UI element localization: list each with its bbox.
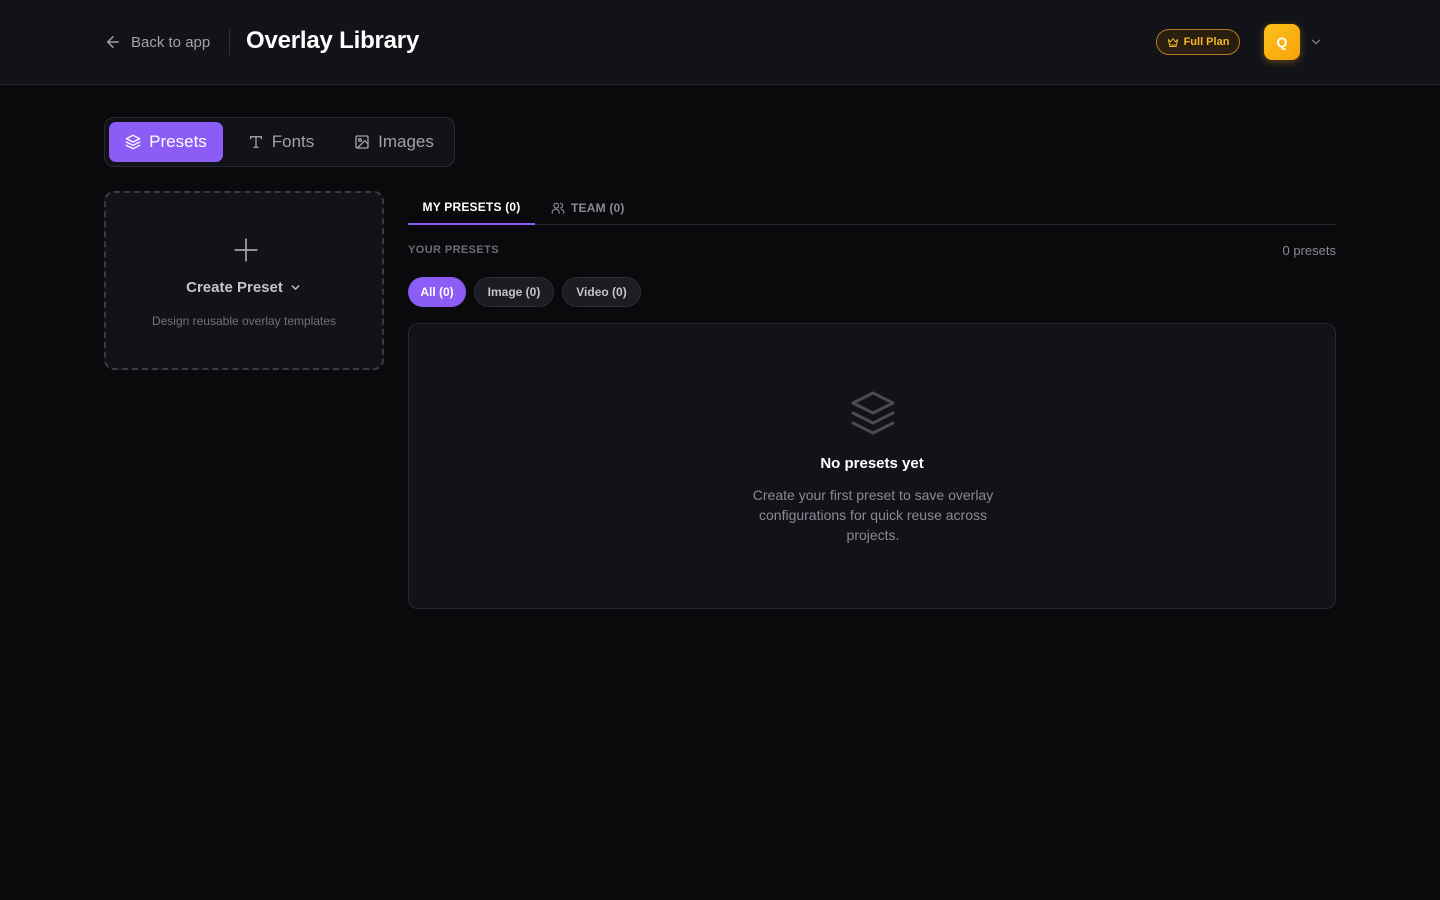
plus-icon <box>234 238 258 262</box>
empty-state-title: No presets yet <box>820 455 924 472</box>
plan-badge[interactable]: Full Plan <box>1156 29 1240 55</box>
filter-all[interactable]: All (0) <box>408 277 466 307</box>
create-preset-card[interactable]: Create Preset Design reusable overlay te… <box>104 191 384 370</box>
filter-video[interactable]: Video (0) <box>562 277 641 307</box>
type-icon <box>249 136 262 148</box>
section-label: YOUR PRESETS <box>408 244 499 256</box>
create-preset-hint: Design reusable overlay templates <box>151 314 337 328</box>
segment-images[interactable]: Images <box>339 122 449 162</box>
filter-image[interactable]: Image (0) <box>474 277 554 307</box>
back-to-app-link[interactable]: Back to app <box>104 31 210 53</box>
layers-icon <box>851 391 895 435</box>
arrow-left-icon <box>107 36 119 48</box>
create-preset-label: Create Preset <box>186 279 283 296</box>
chevron-down-icon <box>291 285 300 290</box>
empty-state: No presets yet Create your first preset … <box>408 323 1336 609</box>
avatar-initial: Q <box>1276 34 1288 50</box>
crown-icon <box>1167 38 1178 47</box>
create-preset-button[interactable]: Create Preset <box>106 279 382 296</box>
page-title: Overlay Library <box>246 27 420 54</box>
chevron-down-icon[interactable] <box>1309 35 1323 49</box>
layers-icon <box>125 134 141 150</box>
tab-team-label: TEAM (0) <box>571 201 625 215</box>
image-icon <box>355 135 369 149</box>
empty-state-description: Create your first preset to save overlay… <box>752 487 994 543</box>
tab-my-presets[interactable]: MY PRESETS (0) <box>408 191 535 225</box>
library-section-switcher: Presets Fonts Images <box>104 117 455 167</box>
segment-presets[interactable]: Presets <box>109 122 223 162</box>
segment-presets-label: Presets <box>149 132 207 151</box>
presets-count: 0 presets <box>1282 243 1336 258</box>
back-label: Back to app <box>131 33 211 51</box>
header-divider <box>229 29 230 55</box>
segment-fonts-label: Fonts <box>271 132 315 151</box>
tab-team[interactable]: TEAM (0) <box>551 191 625 225</box>
avatar[interactable]: Q <box>1264 24 1300 60</box>
plan-badge-label: Full Plan <box>1183 36 1230 48</box>
users-icon <box>551 202 565 214</box>
tab-my-presets-label: MY PRESETS (0) <box>422 200 521 214</box>
segment-fonts[interactable]: Fonts <box>233 122 329 162</box>
top-bar: Back to app Overlay Library Full Plan Q <box>0 0 1440 85</box>
preset-scope-tabs: MY PRESETS (0) TEAM (0) <box>408 191 1336 225</box>
segment-images-label: Images <box>378 132 434 151</box>
